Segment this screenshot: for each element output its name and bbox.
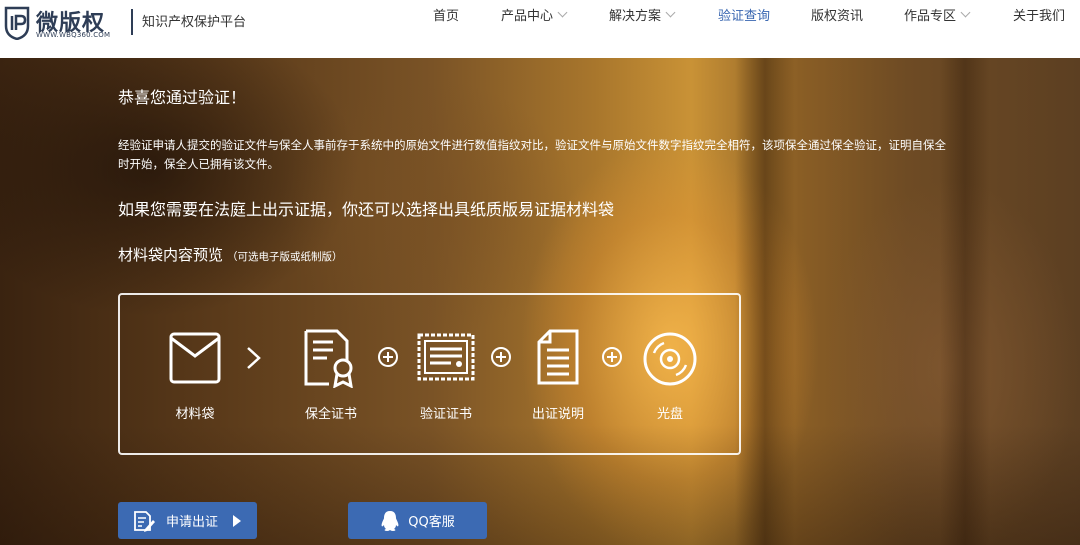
nav-verify-query[interactable]: 验证查询 bbox=[718, 5, 770, 24]
chevron-down-icon bbox=[665, 7, 676, 18]
plus-icon bbox=[602, 347, 622, 367]
pen-document-icon bbox=[134, 510, 155, 532]
package-preview-box: 材料袋 保全证书 验证证书 出证说明 光盘 bbox=[118, 293, 741, 455]
nav-label: 验证查询 bbox=[718, 9, 771, 24]
package-item-label: 出证说明 bbox=[531, 407, 584, 422]
chevron-down-icon bbox=[557, 7, 568, 18]
nav-solutions[interactable]: 解决方案 bbox=[609, 5, 676, 24]
nav-about[interactable]: 关于我们 bbox=[1013, 5, 1065, 24]
document-icon bbox=[537, 329, 579, 385]
package-item-label: 保全证书 bbox=[304, 407, 357, 422]
verification-description: 经验证申请人提交的验证文件与保全人事前存于系统中的原始文件进行数值指纹对比，验证… bbox=[118, 138, 946, 171]
verification-hero: 恭喜您通过验证！ 经验证申请人提交的验证文件与保全人事前存于系统中的原始文件进行… bbox=[0, 58, 1080, 545]
package-preview-title: 材料袋内容预览 （可选电子版或纸制版） bbox=[118, 244, 343, 265]
disc-icon bbox=[643, 332, 697, 386]
apply-button-label: 申请出证 bbox=[166, 515, 219, 530]
preview-note: （可选电子版或纸制版） bbox=[227, 251, 343, 263]
nav-home[interactable]: 首页 bbox=[433, 5, 459, 24]
apply-certificate-button[interactable]: 申请出证 bbox=[118, 502, 257, 539]
site-header: 微版权 WWW.WBQ360.COM 知识产权保护平台 首页 产品中心 解决方案… bbox=[0, 0, 1080, 58]
nav-label: 产品中心 bbox=[501, 9, 554, 24]
package-item-label: 验证证书 bbox=[419, 407, 472, 422]
congrats-heading: 恭喜您通过验证！ bbox=[118, 88, 247, 107]
chevron-right-icon bbox=[247, 347, 261, 369]
court-evidence-text: 如果您需要在法庭上出示证据，你还可以选择出具纸质版易证据材料袋 bbox=[118, 200, 615, 219]
chevron-down-icon bbox=[960, 7, 971, 18]
nav-label: 关于我们 bbox=[1013, 9, 1066, 24]
qq-button-label: QQ客服 bbox=[408, 515, 455, 530]
nav-products[interactable]: 产品中心 bbox=[501, 5, 568, 24]
certificate-icon bbox=[304, 329, 353, 388]
nav-label: 版权资讯 bbox=[811, 9, 864, 24]
nav-works[interactable]: 作品专区 bbox=[904, 5, 971, 24]
package-item-label: 材料袋 bbox=[175, 407, 215, 422]
caret-right-icon bbox=[233, 514, 242, 527]
package-item-label: 光盘 bbox=[656, 407, 683, 422]
qq-support-button[interactable]: QQ客服 bbox=[348, 502, 487, 539]
qq-penguin-icon bbox=[381, 510, 399, 531]
nav-label: 首页 bbox=[433, 9, 460, 24]
nav-label: 作品专区 bbox=[904, 9, 957, 24]
verification-certificate-icon bbox=[417, 333, 475, 381]
nav-copyright-news[interactable]: 版权资讯 bbox=[811, 5, 863, 24]
plus-icon bbox=[378, 347, 398, 367]
envelope-icon bbox=[169, 332, 221, 384]
main-nav: 首页 产品中心 解决方案 验证查询 版权资讯 作品专区 关于我们 bbox=[0, 0, 1080, 58]
nav-label: 解决方案 bbox=[609, 9, 662, 24]
preview-title: 材料袋内容预览 bbox=[118, 246, 224, 264]
plus-icon bbox=[491, 347, 511, 367]
